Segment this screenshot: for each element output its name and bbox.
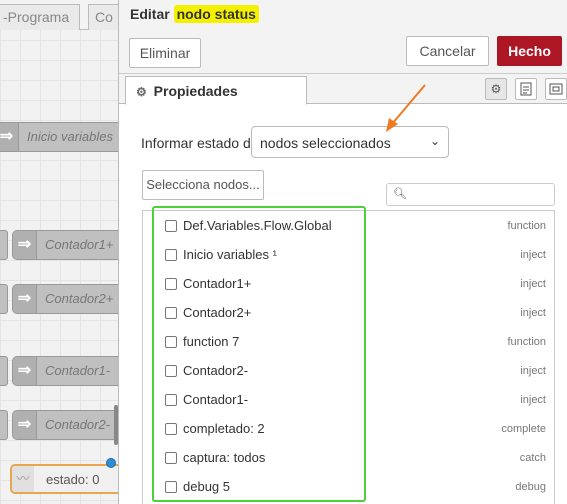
tab-settings-gear-icon[interactable]: ⚙	[485, 78, 507, 100]
node-button-left[interactable]	[0, 284, 8, 314]
node-label: Contador2-	[45, 417, 111, 432]
inject-arrow-icon: ⇒	[13, 411, 37, 439]
row-checkbox[interactable]	[165, 220, 177, 232]
node-list-row[interactable]: captura: todos catch	[143, 443, 554, 472]
delete-button[interactable]: Eliminar	[129, 38, 201, 68]
report-status-value: nodos seleccionados	[260, 135, 391, 151]
flow-node-status[interactable]: 〰 estado: 0	[10, 464, 118, 494]
row-node-type: inject	[520, 365, 546, 377]
row-node-name: debug 5	[183, 479, 230, 494]
select-nodes-button[interactable]: Selecciona nodos...	[142, 170, 264, 200]
row-checkbox[interactable]	[165, 249, 177, 261]
node-button-left[interactable]	[0, 230, 8, 260]
row-checkbox[interactable]	[165, 452, 177, 464]
node-list: Def.Variables.Flow.Global function Inicio …	[142, 210, 555, 504]
tab-properties-label: Propiedades	[153, 83, 238, 99]
report-status-select[interactable]: nodos seleccionados ⌄	[251, 126, 449, 158]
node-list-row[interactable]: function 7 function	[143, 327, 554, 356]
row-node-name: function 7	[183, 334, 240, 349]
row-checkbox[interactable]	[165, 307, 177, 319]
node-label: Contador2+	[45, 291, 114, 306]
inject-arrow-icon: ⇒	[13, 231, 37, 259]
node-list-row[interactable]: Contador2+ inject	[143, 298, 554, 327]
row-node-type: function	[507, 336, 546, 348]
search-icon: 🔍︎	[393, 188, 407, 200]
flow-node-contador1-minus[interactable]: ⇒ Contador1-	[12, 356, 118, 386]
flow-node-contador1-plus[interactable]: ⇒ Contador1+	[12, 230, 118, 260]
row-node-type: inject	[520, 249, 546, 261]
tray-tab-bar: ⚙ Propiedades ⚙	[119, 74, 567, 105]
row-checkbox[interactable]	[165, 394, 177, 406]
inject-arrow-icon: ⇒	[13, 357, 37, 385]
node-list-row[interactable]: Contador2- inject	[143, 356, 554, 385]
flow-node-contador2-minus[interactable]: ⇒ Contador2-	[12, 410, 118, 440]
row-node-type: complete	[501, 423, 546, 435]
row-node-type: inject	[520, 394, 546, 406]
node-button-left[interactable]	[0, 356, 8, 386]
row-node-type: debug	[515, 481, 546, 493]
node-list-row[interactable]: Def.Variables.Flow.Global function	[143, 211, 554, 240]
report-status-label: Informar estado de	[141, 135, 259, 151]
row-node-name: Contador2+	[183, 305, 252, 320]
tray-title-prefix: Editar	[130, 6, 170, 22]
flow-node-contador2-plus[interactable]: ⇒ Contador2+	[12, 284, 118, 314]
tray-title-node-type: nodo status	[173, 5, 259, 23]
tab-description-icon[interactable]	[515, 78, 537, 100]
tab-properties[interactable]: ⚙ Propiedades	[125, 76, 307, 105]
row-node-name: completado: 2	[183, 421, 265, 436]
row-node-name: captura: todos	[183, 450, 266, 465]
node-list-row[interactable]: Contador1- inject	[143, 385, 554, 414]
row-node-name: Inicio variables ¹	[183, 247, 277, 262]
row-node-name: Def.Variables.Flow.Global	[183, 218, 332, 233]
row-node-type: inject	[520, 307, 546, 319]
row-node-name: Contador2-	[183, 363, 249, 378]
node-label: Inicio variables	[27, 129, 113, 144]
inject-arrow-icon: ⇒	[13, 285, 37, 313]
row-node-name: Contador1-	[183, 392, 249, 407]
row-checkbox[interactable]	[165, 365, 177, 377]
tray-title: Editar nodo status	[130, 5, 259, 23]
row-node-type: function	[507, 220, 546, 232]
workspace-tab-co[interactable]: Co	[88, 4, 118, 30]
node-search-input[interactable]: 🔍︎	[386, 183, 555, 206]
tab-appearance-icon[interactable]	[545, 78, 567, 100]
node-list-row[interactable]: debug 5 debug	[143, 472, 554, 501]
cancel-button[interactable]: Cancelar	[406, 36, 489, 66]
node-list-row[interactable]: completado: 2 complete	[143, 414, 554, 443]
edit-tray: Editar nodo status Eliminar Cancelar Hec…	[118, 0, 567, 504]
flow-workspace[interactable]: -Programa Co ⇒ Inicio variables ⇒ Contad…	[0, 0, 118, 504]
node-label: Contador1+	[45, 237, 114, 252]
node-changed-indicator	[106, 458, 116, 468]
node-label: estado: 0	[46, 472, 100, 487]
tray-header: Editar nodo status Eliminar Cancelar Hec…	[119, 0, 567, 74]
node-list-row[interactable]: Contador1+ inject	[143, 269, 554, 298]
row-node-name: Contador1+	[183, 276, 252, 291]
node-list-row[interactable]: Inicio variables ¹ inject	[143, 240, 554, 269]
chevron-down-icon: ⌄	[429, 134, 440, 148]
inject-arrow-icon: ⇒	[0, 123, 19, 151]
workspace-tab-bar: -Programa Co	[0, 0, 118, 30]
gear-icon: ⚙	[136, 85, 147, 99]
row-checkbox[interactable]	[165, 481, 177, 493]
row-checkbox[interactable]	[165, 336, 177, 348]
row-checkbox[interactable]	[165, 278, 177, 290]
flow-node-inicio-variables[interactable]: ⇒ Inicio variables	[0, 122, 118, 152]
row-checkbox[interactable]	[165, 423, 177, 435]
status-wave-icon: 〰	[12, 466, 34, 492]
node-label: Contador1-	[45, 363, 111, 378]
row-node-type: catch	[519, 452, 546, 464]
node-button-left[interactable]	[0, 410, 8, 440]
row-node-type: inject	[520, 278, 546, 290]
done-button[interactable]: Hecho	[497, 36, 562, 66]
workspace-tab-programa[interactable]: -Programa	[0, 4, 80, 30]
